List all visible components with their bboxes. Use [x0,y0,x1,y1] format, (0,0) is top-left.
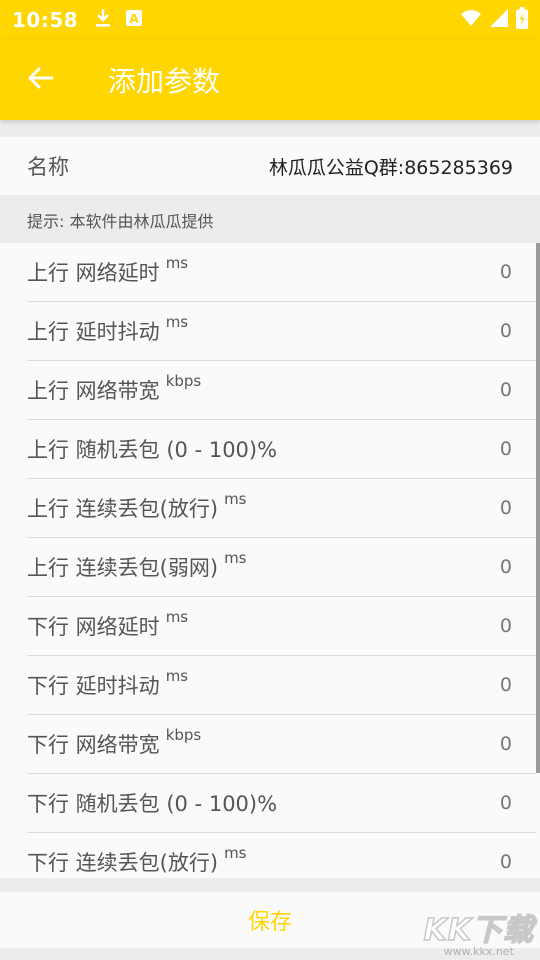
param-label: 下行 延时抖动 [27,674,160,698]
arrow-left-icon [26,66,54,94]
back-button[interactable] [0,40,80,120]
param-row-downlink-delay[interactable]: 下行 网络延时 ms 0 [27,597,536,656]
param-unit: kbps [165,726,202,744]
param-label: 下行 随机丢包 (0 - 100)% [27,792,278,816]
watermark-logo: KK下载 [423,912,534,949]
param-unit: ms [165,254,189,272]
param-label: 下行 网络延时 [27,615,160,639]
param-row-uplink-bandwidth[interactable]: 上行 网络带宽 kbps 0 [27,361,536,420]
signal-icon [490,9,508,31]
param-row-uplink-burst-loss-pass[interactable]: 上行 连续丢包(放行) ms 0 [27,479,536,538]
param-label: 上行 连续丢包(弱网) [27,556,219,580]
param-label: 下行 网络带宽 [27,733,160,757]
param-unit: kbps [165,372,202,390]
param-value: 0 [499,497,512,519]
param-value: 0 [499,379,512,401]
param-row-downlink-bandwidth[interactable]: 下行 网络带宽 kbps 0 [27,715,536,774]
page-title: 添加参数 [108,65,221,98]
battery-charging-icon [516,7,528,33]
param-unit: ms [165,608,189,626]
param-label: 上行 延时抖动 [27,320,160,344]
param-value: 0 [499,320,512,342]
param-row-uplink-jitter[interactable]: 上行 延时抖动 ms 0 [27,302,536,361]
param-value: 0 [499,851,512,873]
a-notification-icon: A [126,10,143,30]
param-row-uplink-random-loss[interactable]: 上行 随机丢包 (0 - 100)% 0 [27,420,536,479]
param-label: 上行 随机丢包 (0 - 100)% [27,438,278,462]
watermark: KK下载 www.kkx.net [423,905,535,958]
param-value: 0 [499,261,512,283]
param-row-uplink-burst-loss-weak[interactable]: 上行 连续丢包(弱网) ms 0 [27,538,536,597]
hint-text: 提示: 本软件由林瓜瓜提供 [27,212,214,231]
param-unit: ms [224,549,247,567]
param-unit: ms [165,313,189,331]
download-icon [94,7,112,33]
scrollbar[interactable] [536,243,540,773]
param-value: 0 [499,792,512,814]
param-label: 下行 连续丢包(放行) [27,851,219,875]
name-value: 林瓜瓜公益Q群:865285369 [268,156,513,179]
status-bar: 10:58 A [0,0,540,40]
param-value: 0 [499,438,512,460]
wifi-icon [460,9,482,31]
svg-text:A: A [130,12,140,26]
param-label: 上行 连续丢包(放行) [27,497,219,521]
param-value: 0 [499,733,512,755]
param-unit: ms [165,667,189,685]
param-value: 0 [499,674,512,696]
param-row-downlink-random-loss[interactable]: 下行 随机丢包 (0 - 100)% 0 [27,774,536,833]
param-row-downlink-burst-loss-pass[interactable]: 下行 连续丢包(放行) ms 0 [27,833,536,878]
param-row-uplink-delay[interactable]: 上行 网络延时 ms 0 [27,243,536,302]
param-value: 0 [499,556,512,578]
param-unit: ms [224,844,247,862]
param-unit: ms [224,490,247,508]
param-list[interactable]: 上行 网络延时 ms 0 上行 延时抖动 ms 0 上行 网络带宽 kbps 0… [0,243,540,878]
save-label: 保存 [247,910,292,935]
watermark-url: www.kkx.net [443,945,514,958]
app-bar: 添加参数 [0,40,540,120]
param-row-downlink-jitter[interactable]: 下行 延时抖动 ms 0 [27,656,536,715]
name-label: 名称 [27,155,69,179]
name-row[interactable]: 名称 林瓜瓜公益Q群:865285369 [0,137,540,195]
param-value: 0 [499,615,512,637]
param-label: 上行 网络带宽 [27,379,160,403]
param-label: 上行 网络延时 [27,261,160,285]
status-time: 10:58 [12,8,79,32]
